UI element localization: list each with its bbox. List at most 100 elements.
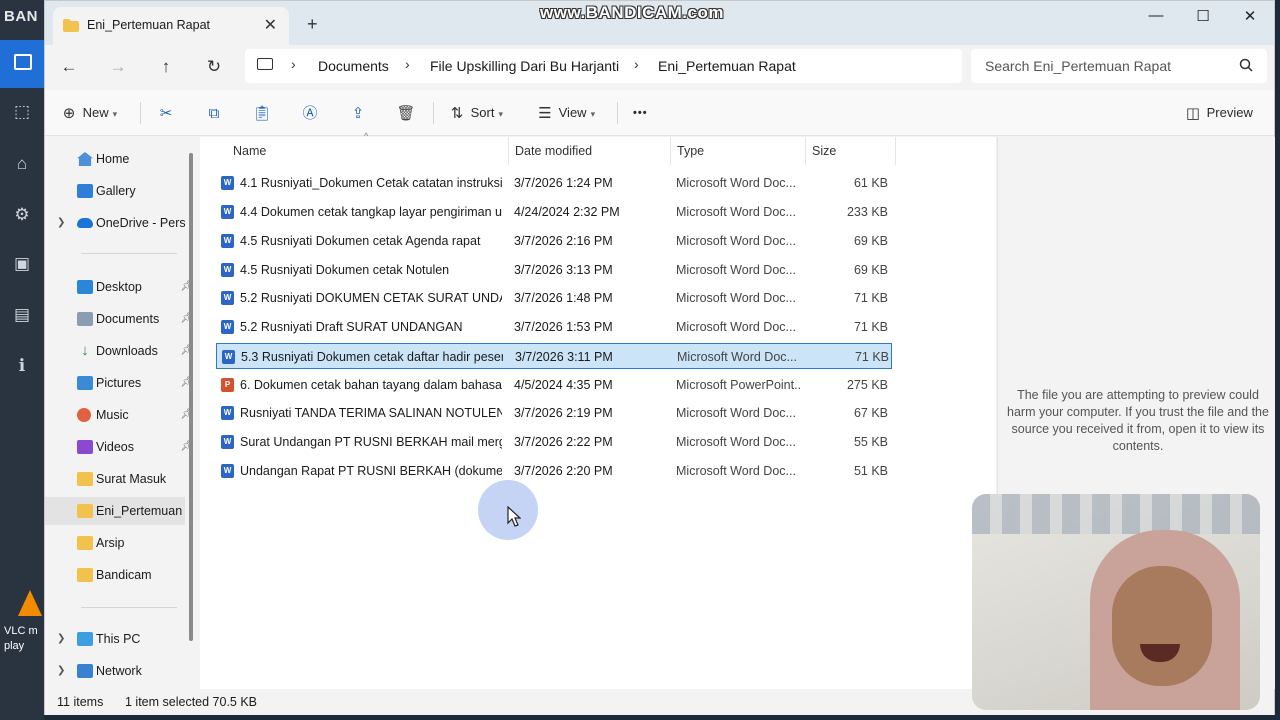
sidebar-divider bbox=[81, 607, 177, 608]
folder-icon bbox=[77, 568, 93, 582]
minimize-button[interactable]: — bbox=[1133, 7, 1179, 24]
mouse-cursor-icon bbox=[507, 506, 521, 527]
sort-button[interactable]: ⇅ Sort ▾ bbox=[447, 102, 503, 124]
share-icon: ⇪ bbox=[351, 104, 365, 122]
rename-button[interactable]: Ⓐ bbox=[300, 102, 320, 124]
sidebar-item-pictures[interactable]: Pictures 📌︎ bbox=[45, 369, 193, 397]
sidebar-item-this-pc[interactable]: ❯ This PC bbox=[45, 625, 185, 653]
breadcrumb-eni-pertemuan-rapat[interactable]: Eni_Pertemuan Rapat bbox=[658, 58, 796, 74]
info-icon[interactable]: ℹ bbox=[12, 356, 32, 376]
sidebar-item-documents[interactable]: Documents 📌︎ bbox=[45, 305, 193, 333]
image-icon[interactable]: ▤ bbox=[12, 305, 32, 325]
sidebar-item-music[interactable]: Music 📌︎ bbox=[45, 401, 193, 429]
tab-eni-pertemuan-rapat[interactable]: Eni_Pertemuan Rapat ✕ bbox=[53, 7, 289, 45]
file-row[interactable]: W 4.1 Rusniyati_Dokumen Cetak catatan in… bbox=[216, 170, 892, 196]
new-button[interactable]: ⊕ New ▾ bbox=[59, 102, 117, 124]
delete-button[interactable]: 🗑︎ bbox=[396, 102, 416, 124]
address-bar[interactable]: › Documents › File Upskilling Dari Bu Ha… bbox=[245, 49, 962, 83]
preview-pane-button[interactable]: ◫ Preview bbox=[1183, 102, 1253, 124]
sidebar-item-eni-pertemuan[interactable]: Eni_Pertemuan R bbox=[45, 497, 185, 525]
chevron-right-icon[interactable]: ❯ bbox=[57, 625, 65, 653]
sort-ascending-icon: ^ bbox=[364, 131, 369, 141]
sidebar-item-bandicam[interactable]: Bandicam bbox=[45, 561, 185, 589]
item-count: 11 items bbox=[57, 695, 104, 709]
sort-icon: ⇅ bbox=[450, 104, 464, 122]
download-icon: ↓ bbox=[81, 342, 89, 359]
search-input[interactable]: Search Eni_Pertemuan Rapat bbox=[971, 49, 1267, 83]
tab-close-icon[interactable]: ✕ bbox=[264, 15, 277, 35]
back-arrow-icon[interactable]: ← bbox=[57, 55, 81, 79]
folder-icon bbox=[77, 536, 93, 550]
pictures-icon bbox=[77, 376, 93, 390]
sidebar-item-surat-masuk[interactable]: Surat Masuk bbox=[45, 465, 185, 493]
sidebar-item-downloads[interactable]: ↓ Downloads 📌︎ bbox=[45, 337, 193, 365]
sidebar-item-home[interactable]: Home bbox=[45, 145, 185, 173]
file-row[interactable]: W 4.4 Dokumen cetak tangkap layar pengir… bbox=[216, 199, 892, 225]
chevron-down-icon: ▾ bbox=[112, 109, 118, 119]
file-row[interactable]: W 4.5 Rusniyati Dokumen cetak Notulen 3/… bbox=[216, 257, 892, 283]
breadcrumb-separator: › bbox=[405, 56, 410, 72]
sidebar-scrollbar[interactable] bbox=[189, 153, 193, 641]
navigation-pane: Home Gallery ❯ OneDrive - Perso Desktop … bbox=[45, 137, 195, 689]
chevron-right-icon[interactable]: ❯ bbox=[57, 209, 65, 237]
gallery-icon bbox=[77, 184, 93, 198]
view-button[interactable]: ☰ View ▾ bbox=[535, 102, 595, 124]
file-row[interactable]: W Surat Undangan PT RUSNI BERKAH mail me… bbox=[216, 429, 892, 455]
more-options-button[interactable]: ••• bbox=[633, 102, 648, 124]
sidebar-item-network[interactable]: ❯ Network bbox=[45, 657, 185, 685]
sidebar-item-arsip[interactable]: Arsip bbox=[45, 529, 185, 557]
column-header-size[interactable]: Size bbox=[812, 144, 836, 158]
column-divider[interactable] bbox=[670, 137, 671, 165]
copy-icon: ⧉ bbox=[208, 104, 220, 122]
area-select-icon[interactable]: ⬚ bbox=[12, 102, 32, 122]
file-row[interactable]: W 5.2 Rusniyati DOKUMEN CETAK SURAT UNDA… bbox=[216, 285, 892, 311]
file-row[interactable]: W 4.5 Rusniyati Dokumen cetak Agenda rap… bbox=[216, 228, 892, 254]
chevron-down-icon: ▾ bbox=[498, 109, 503, 119]
refresh-icon[interactable]: ↻ bbox=[202, 55, 226, 79]
sidebar-item-videos[interactable]: Videos 📌︎ bbox=[45, 433, 193, 461]
computer-icon bbox=[257, 58, 273, 70]
column-divider[interactable] bbox=[805, 137, 806, 165]
desktop-background: BAN ⬚ ⌂ ⚙ ▣ ▤ ℹ VLC m play bbox=[0, 0, 44, 720]
cloud-icon bbox=[77, 218, 93, 228]
sidebar-item-onedrive[interactable]: ❯ OneDrive - Perso bbox=[45, 209, 185, 237]
cut-button[interactable]: ✂ bbox=[156, 102, 176, 124]
file-row[interactable]: W 5.2 Rusniyati Draft SURAT UNDANGAN 3/7… bbox=[216, 314, 892, 340]
file-row[interactable]: P 6. Dokumen cetak bahan tayang dalam ba… bbox=[216, 372, 892, 398]
file-row[interactable]: W Undangan Rapat PT RUSNI BERKAH (dokume… bbox=[216, 458, 892, 484]
share-button[interactable]: ⇪ bbox=[348, 102, 368, 124]
file-list: ^ Name Date modified Type Size W 4.1 Rus… bbox=[200, 131, 996, 689]
webcam-overlay bbox=[972, 494, 1260, 710]
copy-button[interactable]: ⧉ bbox=[204, 102, 224, 124]
column-header-date[interactable]: Date modified bbox=[515, 144, 592, 158]
new-tab-button[interactable]: + bbox=[307, 14, 318, 35]
paste-button[interactable]: 📋︎ bbox=[252, 102, 272, 124]
sidebar-item-desktop[interactable]: Desktop 📌︎ bbox=[45, 273, 193, 301]
file-row[interactable]: W Rusniyati TANDA TERIMA SALINAN NOTULEN… bbox=[216, 400, 892, 426]
forward-arrow-icon[interactable]: → bbox=[106, 55, 130, 79]
chevron-down-icon: ▾ bbox=[590, 109, 596, 119]
chevron-right-icon[interactable]: ❯ bbox=[57, 657, 65, 685]
vlc-desktop-shortcut[interactable]: VLC m play bbox=[4, 590, 44, 654]
screen-record-icon[interactable] bbox=[0, 40, 44, 88]
maximize-button[interactable]: ☐ bbox=[1180, 7, 1226, 25]
vlc-label: VLC m bbox=[4, 625, 38, 637]
column-header-type[interactable]: Type bbox=[677, 144, 704, 158]
column-divider[interactable] bbox=[508, 137, 509, 165]
column-header-name[interactable]: Name bbox=[233, 144, 266, 158]
breadcrumb-documents[interactable]: Documents bbox=[318, 58, 389, 74]
view-list-icon: ☰ bbox=[538, 104, 552, 122]
breadcrumb-separator: › bbox=[634, 56, 639, 72]
toolbar-divider bbox=[140, 102, 141, 124]
sidebar-item-gallery[interactable]: Gallery bbox=[45, 177, 185, 205]
column-divider[interactable] bbox=[895, 137, 896, 165]
home-icon[interactable]: ⌂ bbox=[12, 154, 32, 174]
view-label: View bbox=[558, 105, 587, 120]
gear-icon[interactable]: ⚙ bbox=[12, 205, 32, 225]
up-arrow-icon[interactable]: ↑ bbox=[154, 55, 178, 79]
file-row-selected[interactable]: W 5.3 Rusniyati Dokumen cetak daftar had… bbox=[216, 343, 892, 369]
video-icon[interactable]: ▣ bbox=[12, 254, 32, 274]
breadcrumb-file-upskilling[interactable]: File Upskilling Dari Bu Harjanti bbox=[430, 58, 619, 74]
close-button[interactable]: ✕ bbox=[1227, 7, 1273, 25]
rename-icon: Ⓐ bbox=[302, 104, 318, 122]
